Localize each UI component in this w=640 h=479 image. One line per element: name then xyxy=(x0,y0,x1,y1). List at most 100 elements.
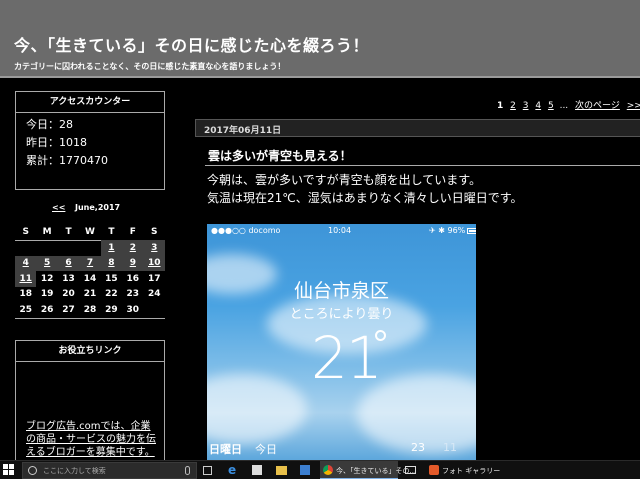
site-header: 今、「生きている」その日に感じた心を綴ろう！ カテゴリーに囚われることなく、その… xyxy=(0,0,640,78)
post-line: 気温は現在21℃、湿気はあまりなく清々しい日曜日です。 xyxy=(207,191,523,205)
calendar-day: 17 xyxy=(148,273,161,284)
weather-screenshot-image[interactable]: ●●●○○ docomo 10:04 ✈ ✱ 96% 仙台市泉区 ところにより曇… xyxy=(207,224,476,460)
counter-today: 今日：28 xyxy=(26,118,73,131)
phone-carrier: ●●●○○ docomo xyxy=(211,226,281,235)
access-counter-box: アクセスカウンター 今日：28 昨日：1018 累計：1770470 xyxy=(15,91,165,190)
media-player-icon[interactable] xyxy=(300,465,310,475)
post-title[interactable]: 雲は多いが青空も見える！ xyxy=(208,147,352,164)
calendar-day-today[interactable]: 11 xyxy=(15,271,37,287)
weekday-wed: W xyxy=(85,226,95,237)
calendar-day: 24 xyxy=(148,289,161,300)
page-link[interactable]: 3 xyxy=(523,101,529,111)
battery-icon xyxy=(467,227,476,234)
calendar-day-link[interactable]: 8 xyxy=(100,255,123,271)
calendar-day: 26 xyxy=(40,304,54,315)
calendar-day xyxy=(15,240,36,256)
photo-gallery-icon xyxy=(429,465,439,475)
calendar-day-link[interactable]: 5 xyxy=(36,255,58,271)
blog-ad-link[interactable]: ブログ広告.comでは、企業の商品・サービスの魅力を伝えるブロガーを募集中です。 xyxy=(26,420,156,459)
page-link[interactable]: 5 xyxy=(548,101,554,111)
calendar-day-link[interactable]: 9 xyxy=(122,255,144,271)
calendar-day: 28 xyxy=(83,304,97,315)
microphone-icon[interactable] xyxy=(185,466,190,475)
calendar-day: 23 xyxy=(126,289,140,300)
weather-city: 仙台市泉区 xyxy=(293,280,389,302)
site-description: カテゴリーに囚われることなく、その日に感じた素直な心を語りましょう！ xyxy=(14,62,286,71)
weather-today-label: 今日 xyxy=(255,443,277,456)
calendar-day: 27 xyxy=(62,304,75,315)
chrome-icon xyxy=(323,465,333,475)
calendar-day xyxy=(58,240,79,256)
weather-low: 11 xyxy=(443,441,457,454)
calendar-day: 29 xyxy=(105,304,118,315)
calendar-day-link[interactable]: 3 xyxy=(143,240,165,256)
pagination: 1 2 3 4 5 ... 次のページ >>| xyxy=(497,98,640,111)
calendar-bottom-divider xyxy=(15,318,165,319)
taskbar-search-placeholder: ここに入力して検索 xyxy=(43,467,106,475)
access-counter-title: アクセスカウンター xyxy=(16,92,164,113)
calendar-day xyxy=(144,302,165,318)
weekday-sun: S xyxy=(22,226,29,237)
post-title-bar: 雲は多いが青空も見える！ xyxy=(205,146,640,166)
useful-links-box: お役立ちリンク ブログ広告.comでは、企業の商品・サービスの魅力を伝えるブロガ… xyxy=(15,340,165,462)
calendar-day-link[interactable]: 1 xyxy=(100,240,123,256)
weekday-tue: T xyxy=(65,226,72,237)
useful-links-title: お役立ちリンク xyxy=(16,341,164,362)
calendar-day: 22 xyxy=(105,289,118,300)
page-ellipsis: ... xyxy=(559,101,569,111)
windows-taskbar: ここに入力して検索 e 今、「生きている」その... フォト ギャラリー xyxy=(0,460,640,479)
phone-time: 10:04 xyxy=(328,226,352,235)
last-page-link[interactable]: >>| xyxy=(627,101,640,111)
weekday-fri: F xyxy=(129,226,136,237)
weather-condition: ところにより曇り xyxy=(289,307,394,322)
calendar-day-link[interactable]: 6 xyxy=(57,255,80,271)
weather-temperature: 21 xyxy=(311,324,383,392)
calendar-day: 30 xyxy=(126,304,140,315)
store-icon[interactable] xyxy=(252,465,262,475)
calendar-day xyxy=(36,240,57,256)
degree-icon xyxy=(375,330,386,341)
calendar-day-link[interactable]: 10 xyxy=(143,255,165,271)
calendar-day xyxy=(79,240,100,256)
phone-status-bar: ●●●○○ docomo 10:04 ✈ ✱ 96% xyxy=(207,224,476,238)
edge-icon[interactable]: e xyxy=(228,464,240,476)
calendar-day: 14 xyxy=(83,273,97,284)
taskbar-chrome-task[interactable]: 今、「生きている」その... xyxy=(320,461,416,479)
calendar-day: 16 xyxy=(126,273,140,284)
calendar-day: 20 xyxy=(62,289,75,300)
post-body: 今朝は、雲が多いですが青空も顔を出しています。 気温は現在21℃、湿気はあまりな… xyxy=(207,171,637,207)
windows-start-icon[interactable] xyxy=(3,464,15,476)
weather-footer: 日曜日 今日 23 11 xyxy=(207,438,476,460)
taskbar-search-box[interactable]: ここに入力して検索 xyxy=(22,462,197,479)
calendar-header: << June,2017 xyxy=(15,203,165,215)
site-title[interactable]: 今、「生きている」その日に感じた心を綴ろう！ xyxy=(14,32,369,56)
mail-icon[interactable] xyxy=(405,466,416,474)
calendar-day: 12 xyxy=(40,273,54,284)
file-explorer-icon[interactable] xyxy=(276,466,287,475)
post-date: 2017年06月11日 xyxy=(204,126,282,136)
calendar-day: 21 xyxy=(83,289,97,300)
weekday-sat: S xyxy=(151,226,158,237)
calendar-day: 19 xyxy=(40,289,54,300)
counter-yesterday: 昨日：1018 xyxy=(26,136,87,149)
page-link[interactable]: 2 xyxy=(510,101,516,111)
taskbar-photo-gallery-task[interactable]: フォト ギャラリー xyxy=(426,461,500,479)
calendar-day-link[interactable]: 7 xyxy=(79,255,101,271)
page-link[interactable]: 4 xyxy=(535,101,541,111)
task-view-icon[interactable] xyxy=(203,466,212,475)
calendar-day: 13 xyxy=(62,273,75,284)
next-page-link[interactable]: 次のページ xyxy=(575,101,620,111)
calendar-day: 18 xyxy=(19,289,32,300)
calendar-prev-link[interactable]: << xyxy=(52,203,65,212)
calendar-day-link[interactable]: 4 xyxy=(15,255,37,271)
post-date-bar: 2017年06月11日 xyxy=(195,119,640,137)
calendar-day-link[interactable]: 2 xyxy=(122,240,144,256)
calendar-day: 15 xyxy=(105,273,118,284)
calendar-day: 25 xyxy=(19,304,32,315)
weekday-thu: T xyxy=(108,226,115,237)
cortana-icon xyxy=(28,466,37,475)
calendar-month: June,2017 xyxy=(75,203,121,212)
weather-day: 日曜日 xyxy=(209,443,242,456)
counter-total: 累計：1770470 xyxy=(26,154,108,167)
weekday-mon: M xyxy=(42,226,52,237)
